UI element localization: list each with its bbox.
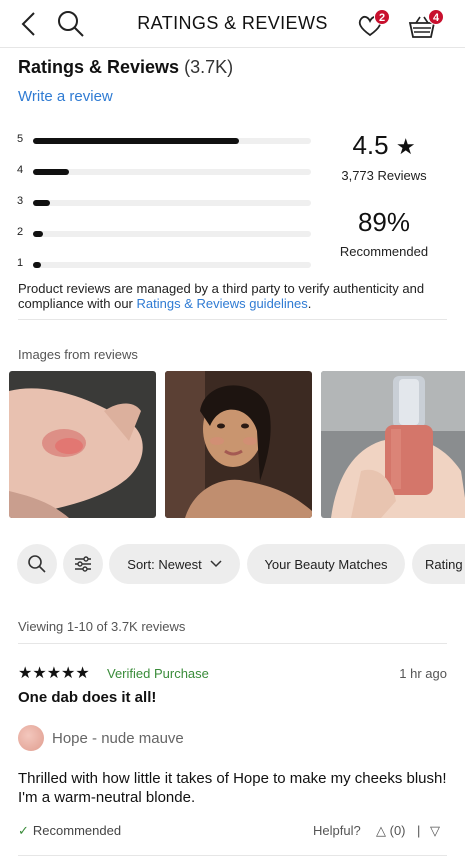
rating-filter-chip[interactable]: Rating — [412, 544, 465, 584]
histogram-star-label: 5 — [17, 133, 24, 145]
vote-separator: | — [417, 823, 421, 838]
basket-count-badge: 4 — [428, 9, 444, 25]
viewing-count: Viewing 1-10 of 3.7K reviews — [18, 619, 186, 634]
histogram-row[interactable]: 5 — [17, 133, 312, 147]
loves-count-badge: 2 — [374, 9, 390, 25]
histogram-star-label: 4 — [17, 164, 24, 176]
total-reviews-count: 3,773 Reviews — [341, 168, 427, 183]
histogram-track — [33, 169, 311, 175]
sliders-icon — [75, 556, 91, 572]
chevron-down-icon — [210, 560, 222, 568]
divider — [18, 643, 447, 644]
histogram-bar-fill — [33, 169, 70, 175]
recommended-text: Recommended — [32, 823, 122, 838]
histogram-track — [33, 231, 311, 237]
basket-button[interactable]: 4 — [408, 9, 446, 40]
sort-label: Sort: Newest — [127, 556, 202, 572]
reviews-heading-label: Ratings & Reviews — [18, 57, 180, 77]
star-icon: ★ — [395, 134, 416, 159]
search-icon — [28, 555, 46, 573]
beauty-matches-label: Your Beauty Matches — [264, 556, 388, 572]
review-timestamp: 1 hr ago — [399, 666, 447, 681]
histogram-bar-fill — [33, 231, 43, 237]
average-rating: 4.5 ★ — [320, 130, 448, 161]
rating-filter-label: Rating — [425, 556, 463, 572]
loves-button[interactable]: 2 — [357, 9, 391, 40]
helpful-upvote-button[interactable]: △ (0) — [376, 823, 406, 839]
review-star-rating: ★★★★★ — [18, 665, 90, 682]
checkmark-icon: ✓ — [18, 823, 29, 838]
review-body: Thrilled with how little it takes of Hop… — [18, 770, 447, 806]
histogram-track — [33, 262, 311, 268]
disclaimer-end: . — [307, 296, 312, 311]
verified-purchase-label: Verified Purchase — [107, 666, 209, 681]
selfie-photo — [165, 371, 312, 518]
reviews-disclaimer: Product reviews are managed by a third p… — [18, 281, 448, 311]
filter-reviews-button[interactable] — [63, 544, 103, 584]
histogram-track — [33, 138, 311, 144]
divider — [18, 855, 447, 856]
histogram-bar-fill — [33, 138, 239, 144]
helpful-label: Helpful? — [313, 823, 361, 838]
recommended-label: Recommended — [339, 244, 429, 259]
review-image-selfie[interactable] — [165, 371, 312, 518]
helpful-downvote-button[interactable]: ▽ — [430, 823, 440, 839]
beauty-matches-chip[interactable]: Your Beauty Matches — [247, 544, 405, 584]
histogram-row[interactable]: 2 — [17, 226, 312, 240]
shade-swatch — [18, 725, 44, 751]
recommended-percent: 89% — [357, 207, 411, 237]
histogram-star-label: 1 — [17, 257, 24, 269]
histogram-star-label: 2 — [17, 226, 24, 238]
reviews-heading-count: (3.7K) — [184, 57, 234, 77]
histogram-row[interactable]: 3 — [17, 195, 312, 209]
guidelines-link[interactable]: Ratings & Reviews guidelines — [137, 296, 308, 311]
histogram-bar-fill — [33, 262, 42, 268]
review-image-product[interactable] — [321, 371, 465, 518]
images-section-label: Images from reviews — [18, 347, 138, 362]
product-in-hand-photo — [321, 371, 465, 518]
review-title: One dab does it all! — [18, 689, 157, 706]
search-reviews-button[interactable] — [17, 544, 57, 584]
histogram-row[interactable]: 1 — [17, 257, 312, 271]
histogram-row[interactable]: 4 — [17, 164, 312, 178]
review-image-swatch[interactable] — [9, 371, 156, 518]
histogram-star-label: 3 — [17, 195, 24, 207]
recommended-indicator: ✓ Recommended — [18, 823, 121, 839]
histogram-bar-fill — [33, 200, 50, 206]
divider — [18, 319, 447, 320]
write-review-link[interactable]: Write a review — [18, 88, 113, 105]
histogram-track — [33, 200, 311, 206]
average-rating-value: 4.5 — [352, 130, 389, 160]
swatch-hand-photo — [9, 371, 156, 518]
page-title: RATINGS & REVIEWS — [137, 13, 328, 33]
top-navigation-bar: RATINGS & REVIEWS 2 4 — [0, 0, 465, 48]
review-shade: Hope - nude mauve — [52, 730, 184, 747]
reviews-heading: Ratings & Reviews (3.7K) — [18, 57, 233, 78]
sort-dropdown[interactable]: Sort: Newest — [109, 544, 240, 584]
